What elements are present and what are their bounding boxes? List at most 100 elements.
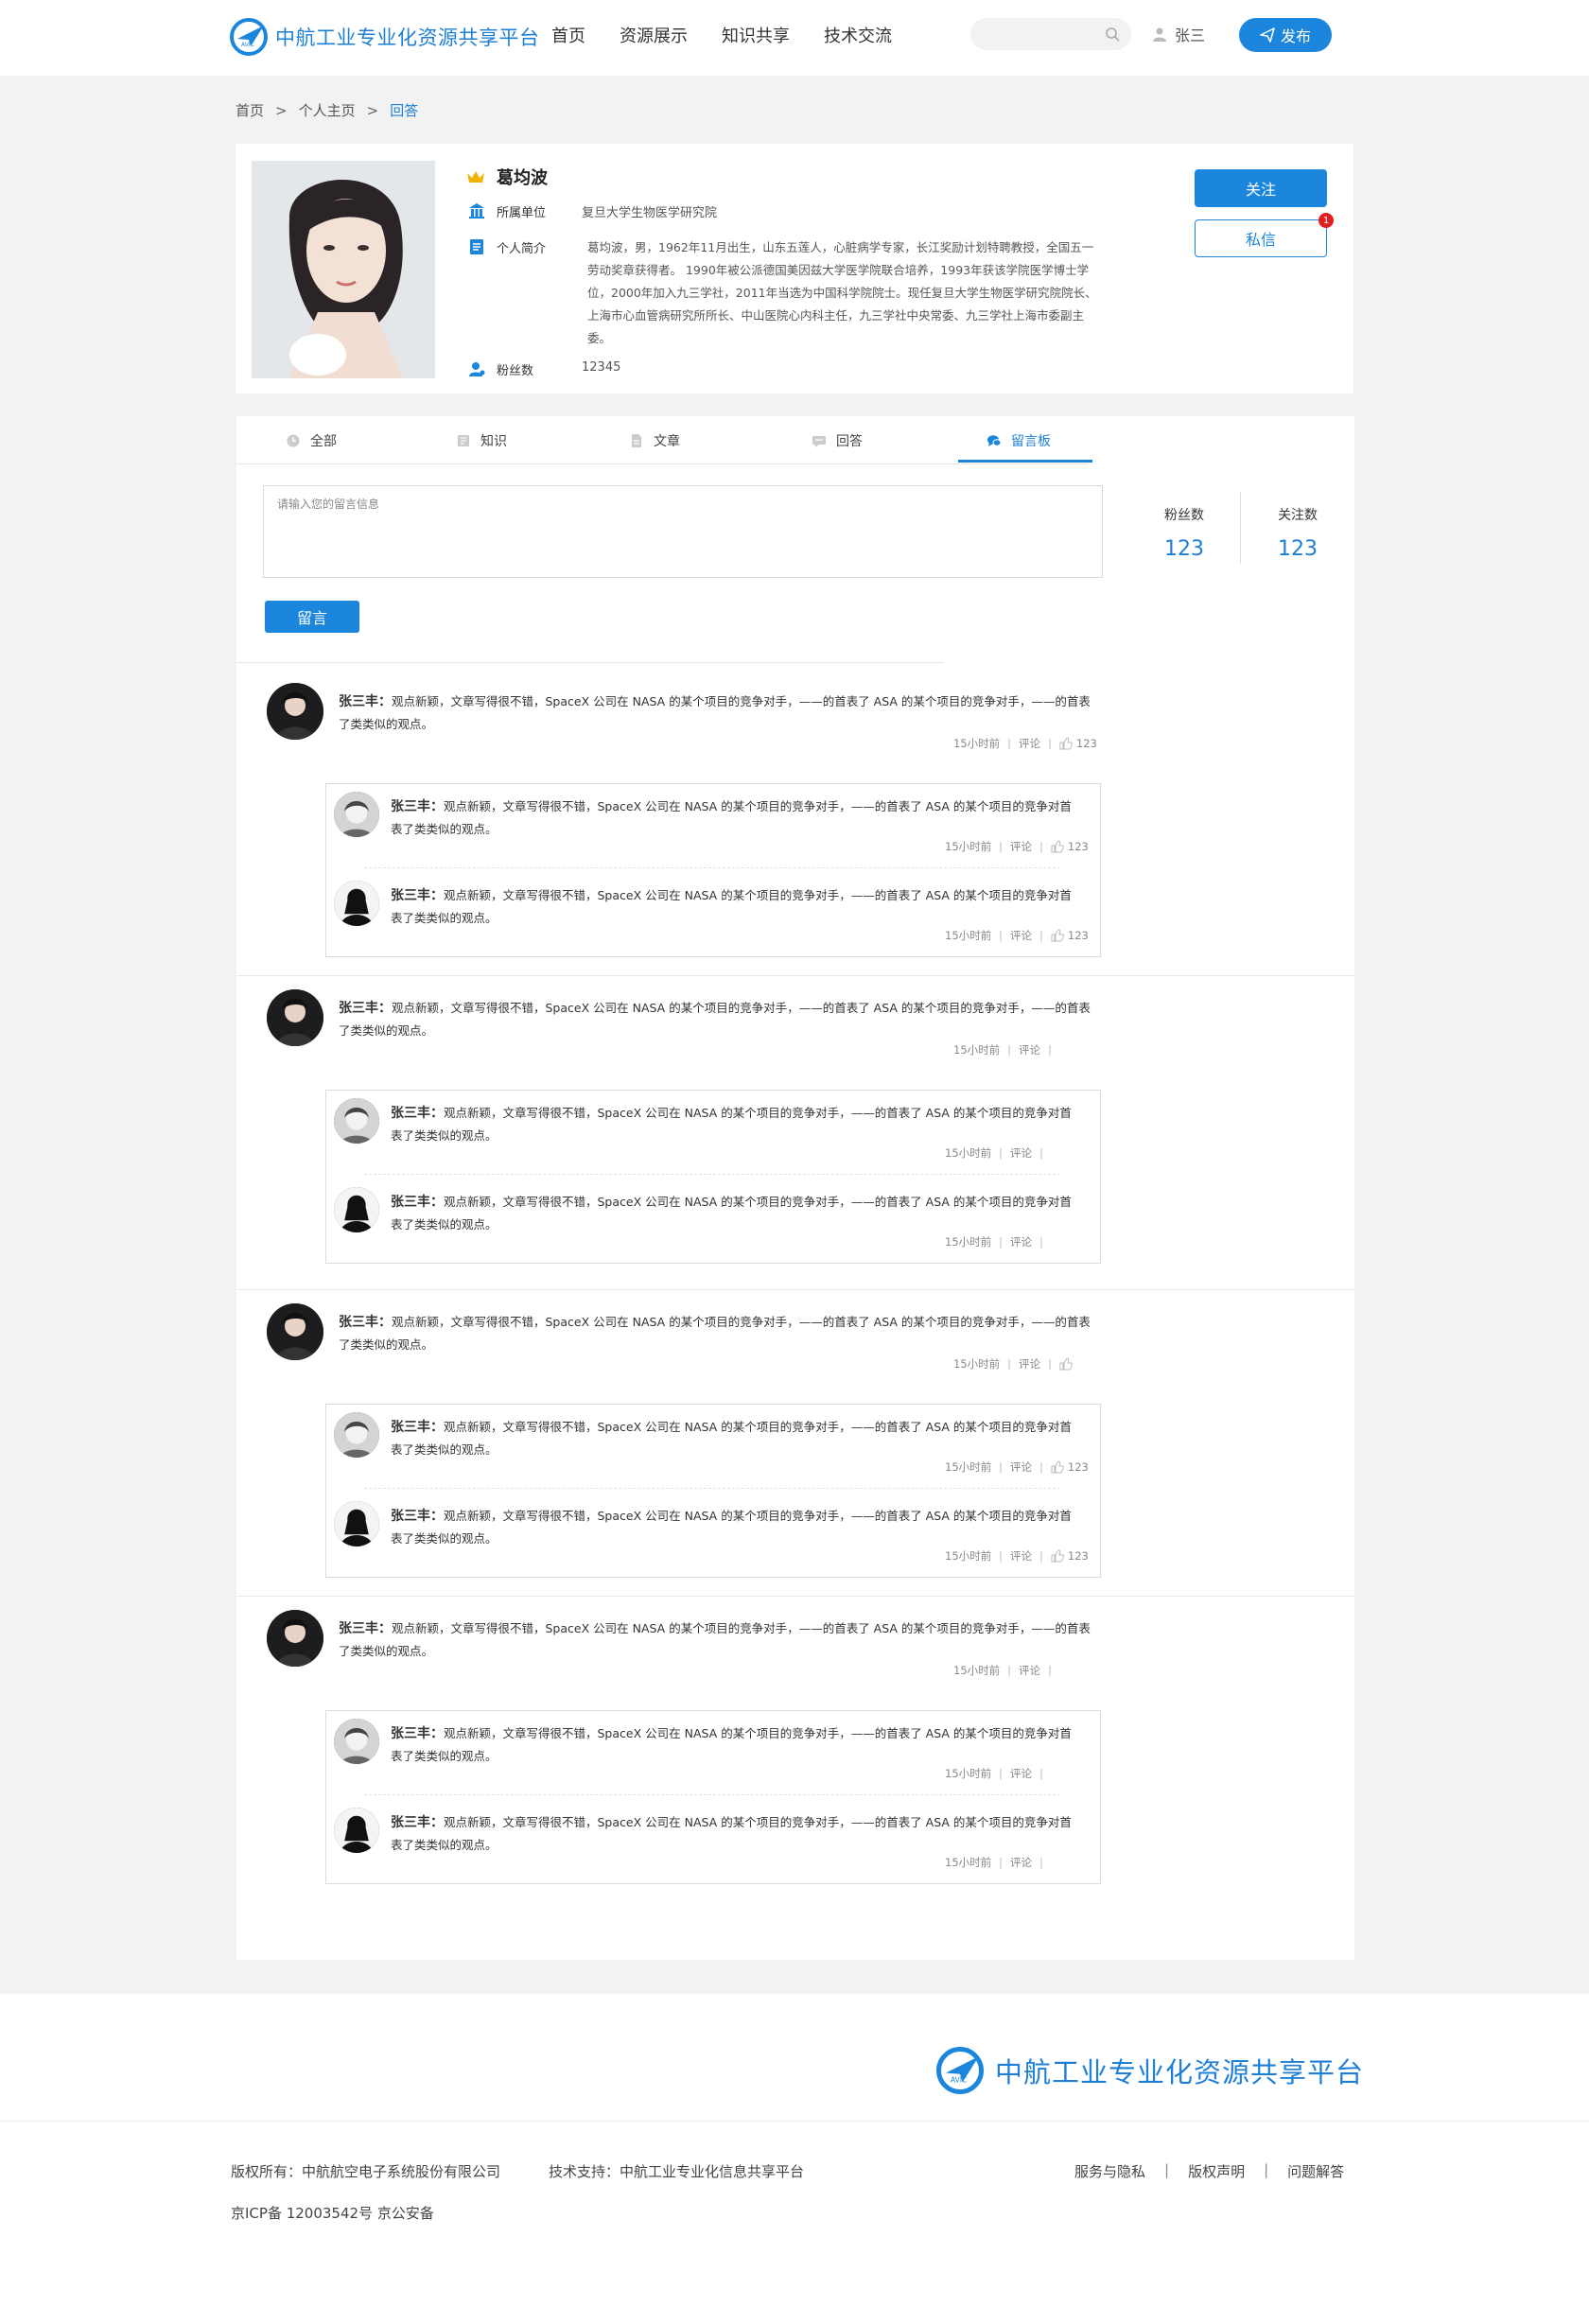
- comment-author[interactable]: 张三丰：: [391, 799, 444, 814]
- avatar[interactable]: [334, 1719, 379, 1764]
- avatar[interactable]: [267, 989, 323, 1046]
- comment-text: 观点新颖，文章写得很不错，SpaceX 公司在 NASA 的某个项目的竞争对手，…: [391, 888, 1072, 925]
- site-title: 中航工业专业化资源共享平台: [275, 26, 540, 49]
- thumbs-up-icon[interactable]: [1051, 1460, 1064, 1474]
- thumbs-up-icon[interactable]: [1059, 1357, 1073, 1371]
- comment-author[interactable]: 张三丰：: [391, 888, 444, 903]
- comment-author[interactable]: 张三丰：: [391, 1195, 444, 1210]
- avatar[interactable]: [334, 1412, 379, 1458]
- footer-link-faq[interactable]: 问题解答: [1287, 2161, 1344, 2181]
- user-menu[interactable]: 张三: [1152, 23, 1205, 45]
- user-name: 张三: [1175, 26, 1206, 44]
- comment-time: 15小时前: [945, 1235, 992, 1249]
- comment-author[interactable]: 张三丰：: [391, 1106, 444, 1121]
- avatar[interactable]: [267, 683, 323, 740]
- comment-reply-link[interactable]: 评论: [1010, 1459, 1032, 1475]
- comment-meta: 15小时前 | 评论 |: [953, 1663, 1059, 1678]
- footer-icp: 京ICP备 12003542号 京公安备: [231, 2205, 434, 2222]
- comment-meta: 15小时前 | 评论 |: [945, 1766, 1051, 1781]
- comment-time: 15小时前: [945, 1856, 992, 1869]
- comment-body: 张三丰：观点新颖，文章写得很不错，SpaceX 公司在 NASA 的某个项目的竞…: [339, 1311, 1095, 1355]
- profile-org-row: 所属单位 复旦大学生物医学研究院: [468, 202, 717, 220]
- footer-link-privacy[interactable]: 服务与隐私: [1074, 2161, 1145, 2181]
- breadcrumb: 首页 > 个人主页 > 回答: [236, 100, 418, 120]
- comment-author[interactable]: 张三丰：: [391, 1726, 444, 1741]
- comment-author[interactable]: 张三丰：: [339, 1001, 392, 1016]
- breadcrumb-profile[interactable]: 个人主页: [299, 100, 356, 120]
- avatar[interactable]: [267, 1303, 323, 1360]
- avatar[interactable]: [334, 1501, 379, 1546]
- comment-body: 张三丰：观点新颖，文章写得很不错，SpaceX 公司在 NASA 的某个项目的竞…: [391, 1191, 1083, 1235]
- meta-separator: |: [999, 1460, 1004, 1474]
- comment-author[interactable]: 张三丰：: [391, 1509, 444, 1524]
- tab-articles[interactable]: 文章: [629, 431, 680, 450]
- breadcrumb-home[interactable]: 首页: [236, 100, 264, 120]
- like-count: 123: [1067, 1460, 1089, 1474]
- comment-reply-link[interactable]: 评论: [1010, 839, 1032, 854]
- comment-reply-link[interactable]: 评论: [1019, 736, 1040, 751]
- avatar[interactable]: [334, 792, 379, 837]
- tab-message-board[interactable]: 留言板: [987, 431, 1051, 450]
- meta-separator: |: [1039, 1460, 1043, 1474]
- search-icon[interactable]: [1105, 26, 1120, 42]
- comment-reply-link[interactable]: 评论: [1019, 1356, 1040, 1372]
- footer-links: 服务与隐私 | 版权声明 | 问题解答: [1074, 2161, 1344, 2181]
- tab-all[interactable]: 全部: [286, 431, 337, 450]
- comment-reply-link[interactable]: 评论: [1010, 1234, 1032, 1249]
- footer-link-separator: |: [1264, 2161, 1269, 2178]
- private-message-button[interactable]: 私信 1: [1195, 213, 1334, 257]
- comment-body: 张三丰：观点新颖，文章写得很不错，SpaceX 公司在 NASA 的某个项目的竞…: [391, 1811, 1083, 1856]
- like-count: 123: [1067, 840, 1089, 853]
- comment-author[interactable]: 张三丰：: [339, 1315, 392, 1330]
- comment-meta: 15小时前 | 评论 | 123: [945, 1548, 1089, 1564]
- meta-separator: |: [999, 1856, 1004, 1869]
- unread-badge: 1: [1318, 213, 1334, 228]
- meta-separator: |: [999, 1235, 1004, 1249]
- comment-reply-link[interactable]: 评论: [1010, 928, 1032, 943]
- stat-following[interactable]: 关注数 123: [1242, 463, 1353, 561]
- tab-answers[interactable]: 回答: [812, 431, 863, 450]
- search-input[interactable]: [984, 18, 1101, 52]
- footer-brand-bar: AVIC 中航工业专业化资源共享平台: [0, 1994, 1589, 2122]
- nav-item-resources[interactable]: 资源展示: [620, 23, 688, 47]
- message-input[interactable]: [275, 494, 1092, 573]
- comment-reply-link[interactable]: 评论: [1019, 1042, 1040, 1057]
- comment-reply-link[interactable]: 评论: [1010, 1855, 1032, 1870]
- avatar[interactable]: [334, 1808, 379, 1853]
- comment-author[interactable]: 张三丰：: [339, 1621, 392, 1636]
- stat-fans[interactable]: 粉丝数 123: [1128, 463, 1240, 561]
- avatar[interactable]: [334, 881, 379, 926]
- comment-time: 15小时前: [945, 840, 992, 853]
- avatar[interactable]: [267, 1610, 323, 1667]
- comment-author[interactable]: 张三丰：: [391, 1815, 444, 1830]
- nav-item-knowledge[interactable]: 知识共享: [722, 23, 790, 47]
- comment-author[interactable]: 张三丰：: [391, 1420, 444, 1435]
- post-message-button[interactable]: 留言: [265, 601, 359, 633]
- avatar[interactable]: [334, 1187, 379, 1232]
- comment-reply-link[interactable]: 评论: [1010, 1766, 1032, 1781]
- footer-link-copyright[interactable]: 版权声明: [1188, 2161, 1245, 2181]
- avatar[interactable]: [334, 1098, 379, 1144]
- like-count: 123: [1067, 1549, 1089, 1563]
- comment-author[interactable]: 张三丰：: [339, 694, 392, 709]
- comment-time: 15小时前: [953, 1664, 1001, 1677]
- brand[interactable]: AVIC 中航工业专业化资源共享平台: [230, 16, 540, 58]
- publish-button[interactable]: 发布: [1239, 18, 1332, 52]
- meta-separator: |: [1039, 1549, 1043, 1563]
- thumbs-up-icon[interactable]: [1051, 840, 1064, 853]
- comment-time: 15小时前: [945, 1460, 992, 1474]
- comment-body: 张三丰：观点新颖，文章写得很不错，SpaceX 公司在 NASA 的某个项目的竞…: [339, 690, 1095, 735]
- follow-button[interactable]: 关注: [1195, 169, 1327, 207]
- thumbs-up-icon[interactable]: [1051, 929, 1064, 942]
- comment-reply-link[interactable]: 评论: [1019, 1663, 1040, 1678]
- comment-reply-link[interactable]: 评论: [1010, 1145, 1032, 1161]
- comment-text: 观点新颖，文章写得很不错，SpaceX 公司在 NASA 的某个项目的竞争对手，…: [339, 694, 1091, 731]
- nav-item-home[interactable]: 首页: [551, 23, 585, 47]
- main-panel: 全部 知识 文章 回答 留言板 粉丝数 123 关注数 123 请输入您的留言信…: [236, 416, 1354, 1960]
- thumbs-up-icon[interactable]: [1051, 1549, 1064, 1563]
- tab-knowledge[interactable]: 知识: [456, 431, 507, 450]
- comment-reply-link[interactable]: 评论: [1010, 1548, 1032, 1564]
- nav-item-tech[interactable]: 技术交流: [824, 23, 892, 47]
- thumbs-up-icon[interactable]: [1059, 737, 1073, 750]
- site-logo-icon: AVIC: [230, 18, 268, 56]
